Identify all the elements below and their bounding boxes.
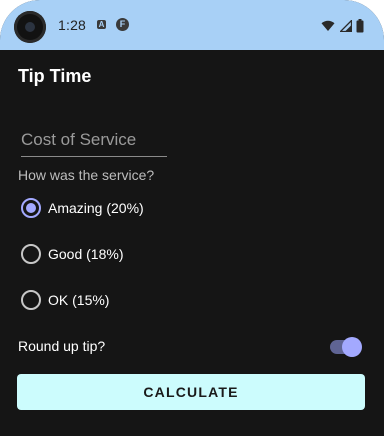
cost-of-service-field[interactable] <box>21 126 167 157</box>
system-icons <box>321 17 364 33</box>
option-label: OK (15%) <box>48 292 110 308</box>
service-question: How was the service? <box>18 167 155 183</box>
switch-thumb <box>342 337 362 357</box>
option-amazing[interactable]: Amazing (20%) <box>21 196 144 220</box>
app-title: Tip Time <box>18 66 92 86</box>
notification-a-icon: A <box>97 20 106 29</box>
wifi-icon <box>321 20 335 31</box>
option-ok[interactable]: OK (15%) <box>21 288 109 312</box>
notification-f-icon: F <box>116 18 129 31</box>
option-label: Good (18%) <box>48 246 124 262</box>
radio-unselected-icon[interactable] <box>21 244 41 264</box>
radio-selected-icon[interactable] <box>21 198 41 218</box>
battery-icon <box>356 18 364 33</box>
round-up-label: Round up tip? <box>18 338 106 354</box>
option-label: Amazing (20%) <box>48 200 144 216</box>
cost-of-service-input[interactable] <box>21 126 167 154</box>
radio-unselected-icon[interactable] <box>21 290 41 310</box>
round-up-switch[interactable] <box>330 337 362 357</box>
camera-cutout <box>14 11 46 43</box>
status-time: 1:28 <box>58 17 87 33</box>
status-bar: 1:28 A F <box>0 0 384 50</box>
signal-icon <box>339 19 352 32</box>
calculate-button[interactable]: CALCULATE <box>17 374 365 410</box>
phone-screen: 1:28 A F Tip Time How was the service? A… <box>0 0 384 436</box>
option-good[interactable]: Good (18%) <box>21 242 123 266</box>
